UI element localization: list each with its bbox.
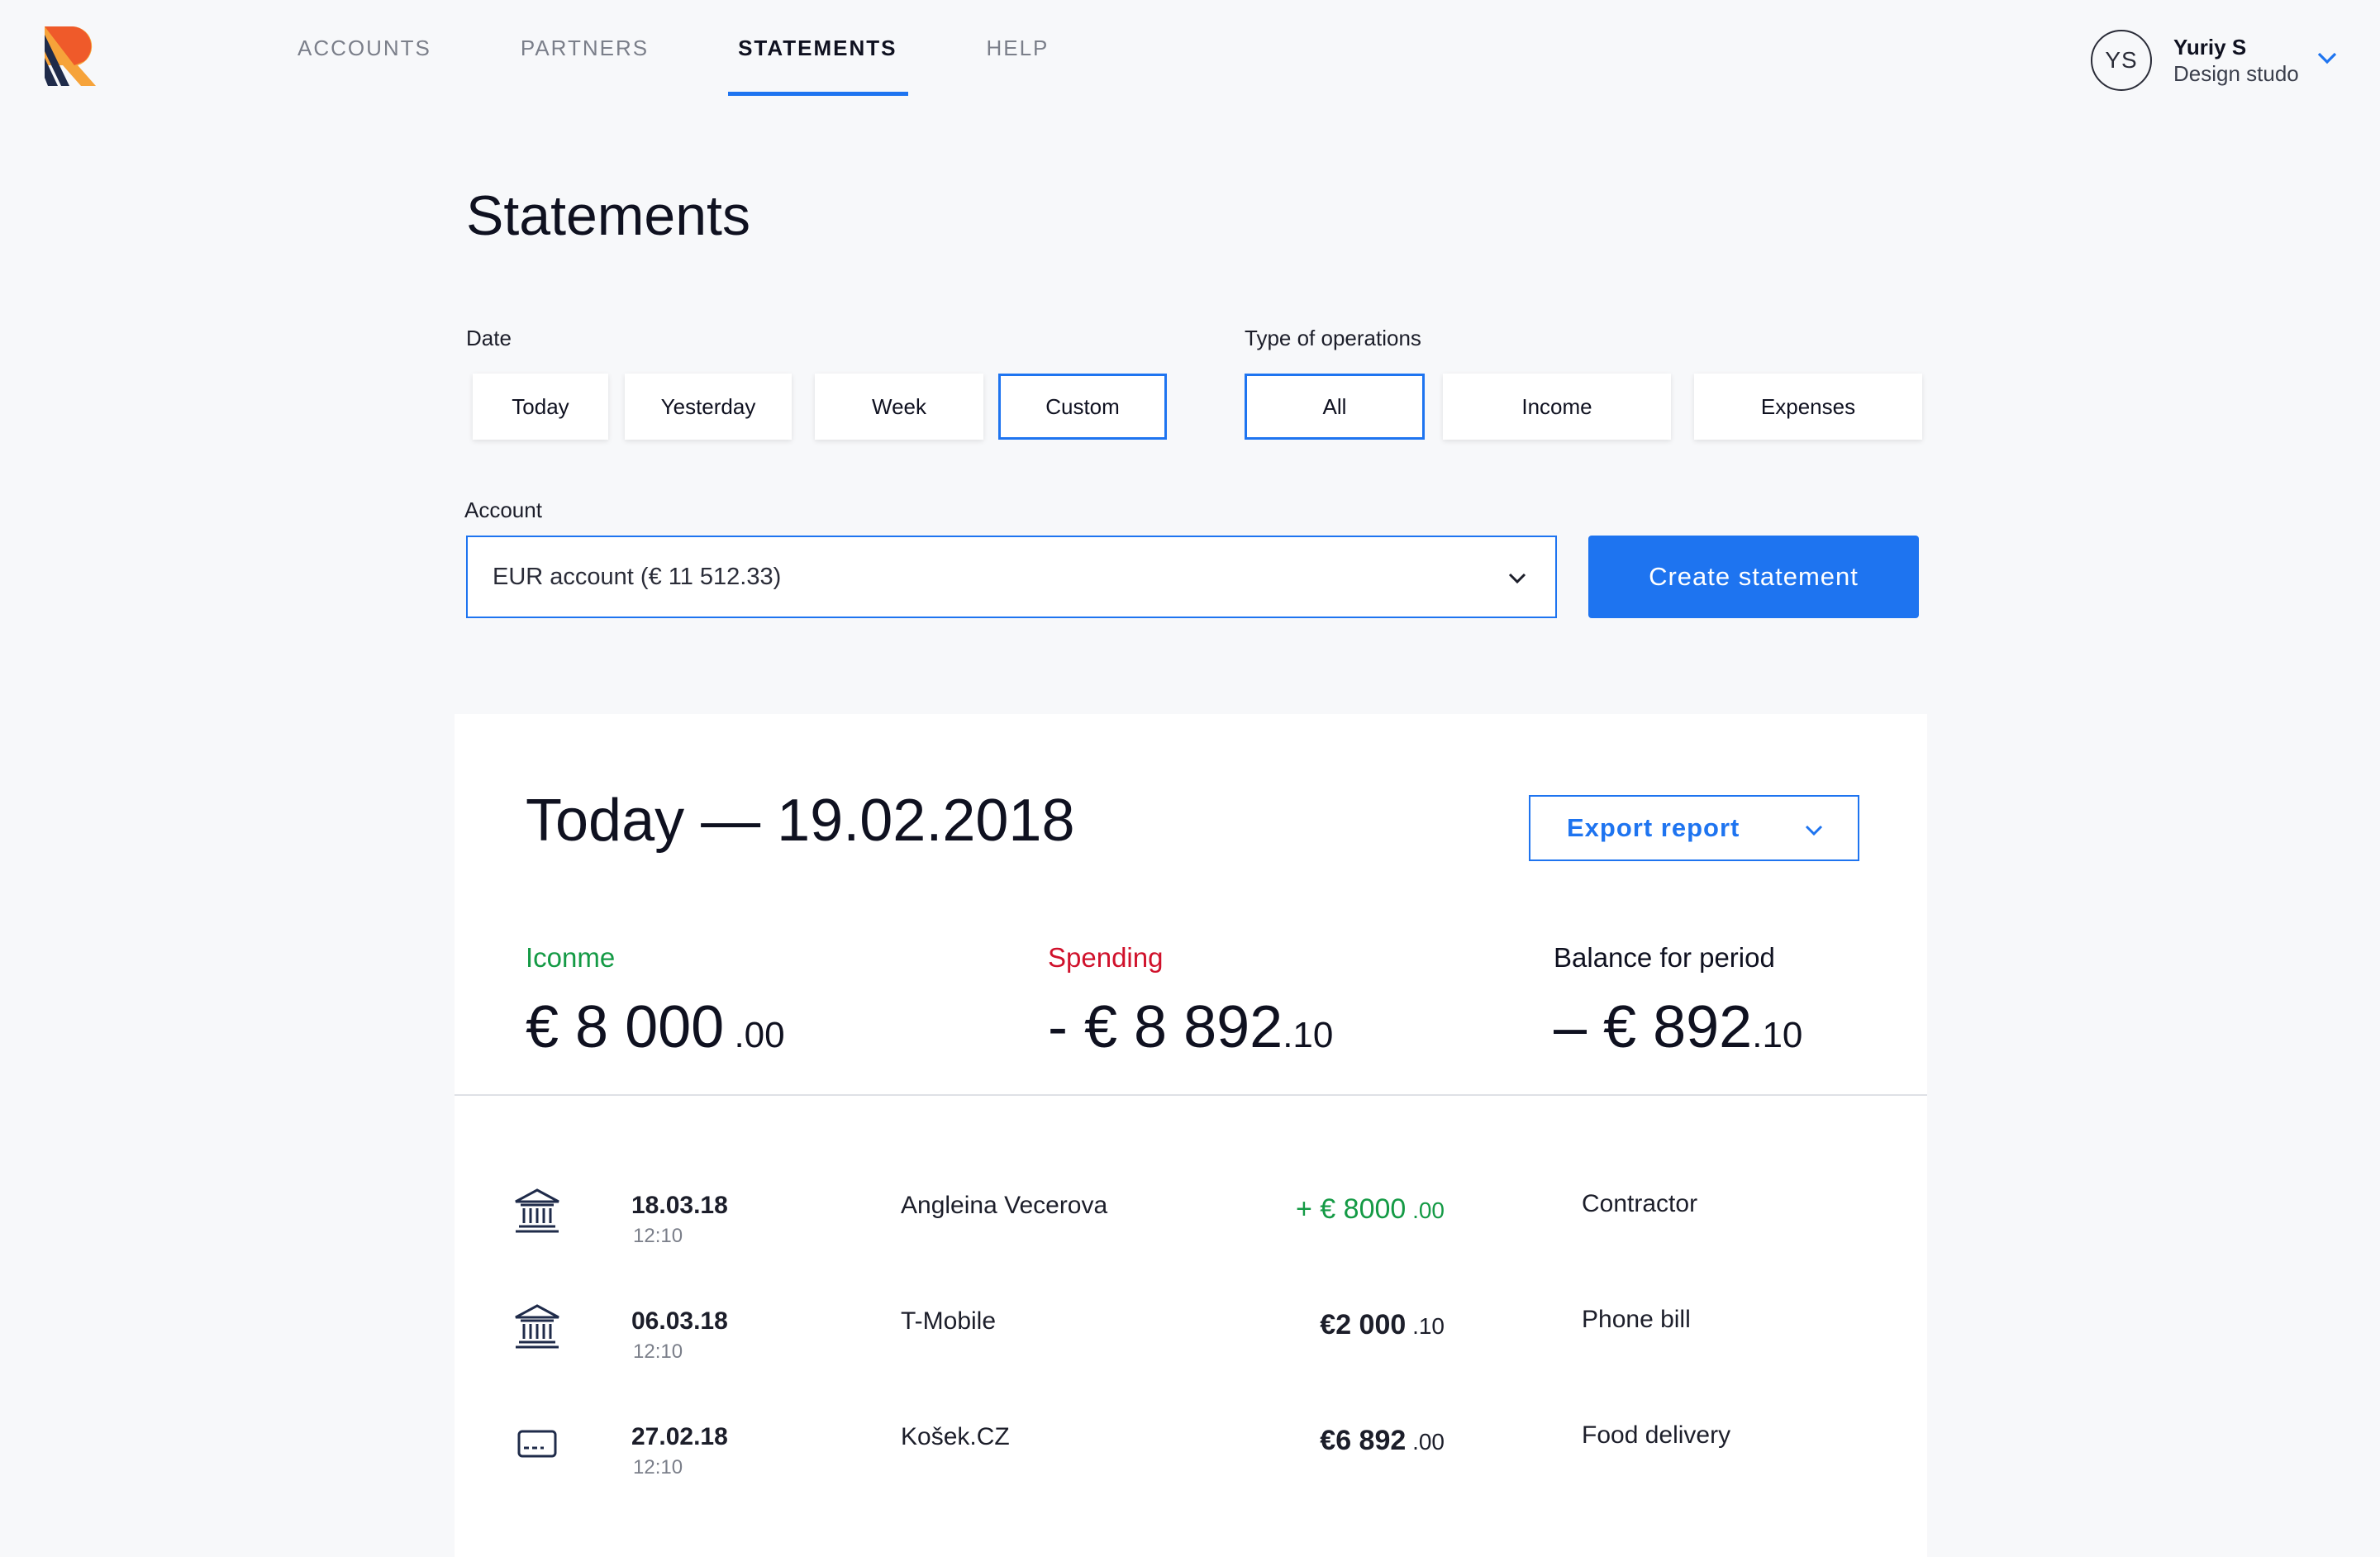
- date-yesterday-button[interactable]: Yesterday: [625, 374, 792, 440]
- nav-statements[interactable]: STATEMENTS: [728, 0, 909, 96]
- transaction-row[interactable]: 18.03.18 12:10 Angleina Vecerova + € 800…: [455, 1187, 1927, 1269]
- type-income-button[interactable]: Income: [1443, 374, 1671, 440]
- summary-divider: [455, 1094, 1927, 1096]
- nav-partners[interactable]: PARTNERS: [521, 0, 649, 96]
- chevron-down-icon: [1508, 573, 1526, 584]
- transaction-amount-cents: .00: [1406, 1198, 1445, 1223]
- bank-icon: [515, 1188, 559, 1233]
- transaction-date: 27.02.18: [631, 1423, 728, 1450]
- brand-logo-icon[interactable]: [45, 26, 96, 86]
- spending-amount: - € 8 892: [1048, 994, 1283, 1060]
- type-filter-group: All Income Expenses: [1245, 374, 1922, 440]
- transaction-category: Contractor: [1582, 1190, 1698, 1217]
- card-icon: [517, 1430, 557, 1458]
- transaction-date: 06.03.18: [631, 1307, 728, 1335]
- spending-cents: .10: [1283, 1015, 1334, 1055]
- transaction-category: Phone bill: [1582, 1306, 1691, 1333]
- chevron-down-icon[interactable]: [2316, 46, 2339, 69]
- balance-amount: – € 892: [1554, 994, 1753, 1060]
- transaction-amount: €6 892 .00: [1320, 1425, 1445, 1457]
- chevron-down-icon: [1805, 825, 1823, 836]
- user-company: Design studo: [2173, 61, 2299, 86]
- income-amount: € 8 000: [526, 994, 725, 1060]
- page-title: Statements: [466, 184, 750, 247]
- income-cents: .00: [724, 1015, 785, 1055]
- spending-label: Spending: [1048, 942, 1164, 973]
- transaction-time: 12:10: [633, 1340, 683, 1363]
- user-info: Yuriy S Design studo: [2173, 34, 2299, 87]
- transaction-amount-cents: .10: [1406, 1313, 1445, 1339]
- transaction-time: 12:10: [633, 1456, 683, 1478]
- date-filter-label: Date: [466, 326, 512, 350]
- type-expenses-button[interactable]: Expenses: [1694, 374, 1922, 440]
- transaction-party: T-Mobile: [901, 1307, 997, 1335]
- transaction-amount-value: €6 892: [1320, 1425, 1407, 1456]
- income-summary: Iconme € 8 000 .00: [526, 942, 785, 1061]
- transaction-date: 18.03.18: [631, 1192, 728, 1219]
- transaction-row[interactable]: 06.03.18 12:10 T-Mobile €2 000 .10 Phone…: [455, 1302, 1927, 1385]
- transaction-amount-value: €2 000: [1320, 1309, 1407, 1340]
- spending-value: - € 8 892.10: [1048, 993, 1333, 1061]
- account-select[interactable]: EUR account (€ 11 512.33): [466, 536, 1557, 618]
- balance-value: – € 892.10: [1554, 993, 1802, 1061]
- export-report-label: Export report: [1567, 813, 1740, 842]
- export-report-button[interactable]: Export report: [1529, 795, 1859, 861]
- avatar[interactable]: YS: [2091, 30, 2152, 91]
- main-nav: ACCOUNTS PARTNERS STATEMENTS HELP: [298, 0, 1138, 96]
- date-today-button[interactable]: Today: [473, 374, 608, 440]
- transaction-time: 12:10: [633, 1225, 683, 1247]
- report-title: Today — 19.02.2018: [526, 788, 1075, 854]
- income-value: € 8 000 .00: [526, 993, 785, 1061]
- balance-summary: Balance for period – € 892.10: [1554, 942, 1802, 1061]
- transaction-row[interactable]: 27.02.18 12:10 Košek.CZ €6 892 .00 Food …: [455, 1418, 1927, 1501]
- date-filter-group: Today Yesterday Week Custom: [473, 374, 1167, 440]
- transaction-amount-cents: .00: [1406, 1429, 1445, 1455]
- date-custom-button[interactable]: Custom: [998, 374, 1167, 440]
- date-week-button[interactable]: Week: [815, 374, 983, 440]
- transaction-party: Košek.CZ: [901, 1423, 1010, 1450]
- account-select-value: EUR account (€ 11 512.33): [493, 563, 782, 590]
- transaction-amount: + € 8000 .00: [1296, 1193, 1445, 1226]
- balance-cents: .10: [1752, 1015, 1803, 1055]
- transaction-amount-value: + € 8000: [1296, 1193, 1407, 1225]
- account-label: Account: [464, 498, 542, 522]
- type-filter-label: Type of operations: [1245, 326, 1421, 350]
- top-header: ACCOUNTS PARTNERS STATEMENTS HELP YS Yur…: [0, 0, 2380, 124]
- nav-accounts[interactable]: ACCOUNTS: [298, 0, 431, 96]
- balance-label: Balance for period: [1554, 942, 1775, 973]
- user-name: Yuriy S: [2173, 35, 2247, 60]
- transaction-party: Angleina Vecerova: [901, 1192, 1108, 1219]
- income-label: Iconme: [526, 942, 616, 973]
- create-statement-button[interactable]: Create statement: [1588, 536, 1919, 618]
- user-menu[interactable]: YS Yuriy S Design studo: [2091, 30, 2339, 91]
- bank-icon: [515, 1304, 559, 1349]
- spending-summary: Spending - € 8 892.10: [1048, 942, 1333, 1061]
- report-card: Today — 19.02.2018 Export report Iconme …: [455, 714, 1927, 1557]
- transaction-category: Food delivery: [1582, 1421, 1731, 1449]
- type-all-button[interactable]: All: [1245, 374, 1425, 440]
- nav-help[interactable]: HELP: [986, 0, 1049, 96]
- transaction-amount: €2 000 .10: [1320, 1309, 1445, 1341]
